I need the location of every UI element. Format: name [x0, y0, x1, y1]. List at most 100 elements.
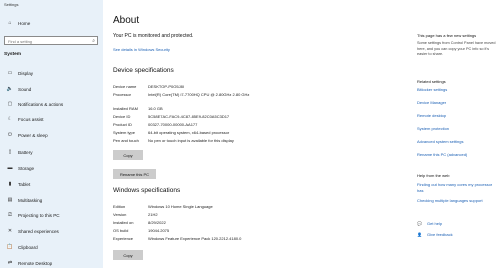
spec-row: Version 21H2 [113, 212, 270, 218]
spec-key: Product ID [113, 122, 132, 127]
spec-row: Device name DESKTOP-P0O5J8I [113, 84, 270, 90]
spec-value: 5C58E7AC-FAC9-4C87-85E9-82C0A5C3D17 [148, 114, 230, 119]
sidebar-item-tablet[interactable]: ▮ Tablet [0, 178, 103, 190]
spec-row: Product ID 00327-70000-00000-AA177 [113, 122, 270, 128]
sidebar-item-label: Shared experiences [18, 228, 59, 234]
sidebar-item-storage[interactable]: ▬ Storage [0, 162, 103, 174]
tablet-icon: ▮ [8, 181, 12, 187]
sidebar: Settings ⌂ Home Find a setting ⌕ System … [0, 0, 103, 268]
sound-icon: 🔈 [6, 86, 14, 92]
spec-key: Installed on [113, 220, 134, 225]
sidebar-item-multitasking[interactable]: ▤ Multitasking [0, 194, 103, 206]
spec-value: 16.0 GB [148, 106, 163, 111]
spec-key: Device ID [113, 114, 131, 119]
shared-icon: ✕ [7, 228, 13, 234]
spec-value: Intel(R) Core(TM) i7-7700HQ CPU @ 2.80GH… [148, 92, 250, 97]
get-help-link[interactable]: 💬 Get help [417, 221, 442, 226]
spec-value: 19044.2075 [148, 228, 170, 233]
spec-row: Experience Windows Feature Experience Pa… [113, 236, 270, 242]
search-input[interactable]: Find a setting ⌕ [4, 36, 98, 45]
copy-device-specs-button[interactable]: Copy [113, 150, 143, 160]
spec-key: Processor [113, 92, 132, 97]
sidebar-item-display[interactable]: ▭ Display [0, 67, 103, 79]
sidebar-item-label: Storage [18, 165, 35, 171]
focus-assist-icon: ☾ [7, 116, 13, 122]
spec-row: OS build 19044.2075 [113, 228, 270, 234]
power-icon: ⏻ [8, 132, 12, 138]
sidebar-item-home[interactable]: ⌂ Home [0, 17, 103, 29]
device-manager-link[interactable]: Device Manager [417, 100, 497, 106]
sidebar-item-label: Sound [18, 86, 32, 92]
spec-key: Device name [113, 84, 137, 89]
device-specs-title: Device specifications [113, 67, 174, 74]
spec-row: Edition Windows 10 Home Single Language [113, 204, 270, 210]
sidebar-item-label: Projecting to this PC [18, 212, 60, 218]
new-settings-text: Some settings from Control Panel have mo… [417, 41, 496, 56]
languages-help-link[interactable]: Checking multiple languages support [417, 198, 497, 204]
spec-key: System type [113, 130, 136, 135]
spec-value: 8/29/2022 [148, 220, 166, 225]
sidebar-item-label: Battery [18, 149, 33, 155]
window-title: Settings [4, 2, 19, 7]
home-icon: ⌂ [8, 20, 12, 26]
remote-desktop-link[interactable]: Remote desktop [417, 113, 497, 119]
sidebar-item-label: Display [18, 70, 34, 76]
help-icon: 💬 [417, 221, 422, 226]
sidebar-item-remote-desktop[interactable]: ⇄ Remote Desktop [0, 257, 103, 269]
spec-key: Version [113, 212, 127, 217]
give-feedback-label: Give feedback [427, 232, 453, 237]
rename-pc-advanced-link[interactable]: Rename this PC (advanced) [417, 152, 497, 158]
sidebar-item-label: Clipboard [18, 244, 38, 250]
search-icon: ⌕ [92, 37, 95, 44]
sidebar-item-label: Tablet [18, 181, 31, 187]
spec-row: Pen and touch No pen or touch input is a… [113, 138, 270, 144]
battery-icon: ▯ [8, 149, 12, 155]
page-title: About [113, 15, 140, 26]
multitasking-icon: ▤ [7, 197, 13, 203]
new-settings-heading: This page has a few new settings [417, 33, 477, 38]
remote-desktop-icon: ⇄ [7, 260, 13, 266]
sidebar-item-shared-experiences[interactable]: ✕ Shared experiences [0, 225, 103, 237]
spec-value: 00327-70000-00000-AA177 [148, 122, 198, 127]
system-protection-link[interactable]: System protection [417, 126, 497, 132]
spec-value: DESKTOP-P0O5J8I [148, 84, 184, 89]
search-placeholder: Find a setting [8, 38, 33, 44]
spec-key: Experience [113, 236, 134, 241]
clipboard-icon: 📋 [6, 244, 14, 250]
sidebar-item-sound[interactable]: 🔈 Sound [0, 83, 103, 95]
see-details-link[interactable]: See details in Windows Security [113, 47, 170, 52]
spec-value: 64-bit operating system, x64-based proce… [148, 130, 230, 135]
cores-help-link[interactable]: Finding out how many cores my processor … [417, 182, 497, 193]
sidebar-item-focus-assist[interactable]: ☾ Focus assist [0, 113, 103, 125]
sidebar-item-label: Home [18, 20, 31, 26]
sidebar-item-clipboard[interactable]: 📋 Clipboard [0, 241, 103, 253]
spec-row: Installed RAM 16.0 GB [113, 106, 270, 112]
sidebar-item-label: Multitasking [18, 197, 43, 203]
spec-row: Processor Intel(R) Core(TM) i7-7700HQ CP… [113, 92, 270, 98]
protection-status: Your PC is monitored and protected. [113, 33, 194, 39]
copy-windows-specs-button[interactable]: Copy [113, 250, 143, 260]
get-help-label: Get help [427, 221, 443, 226]
storage-icon: ▬ [7, 165, 13, 171]
spec-row: Device ID 5C58E7AC-FAC9-4C87-85E9-82C0A5… [113, 114, 270, 120]
sidebar-item-label: Notifications & actions [18, 101, 64, 107]
spec-key: Edition [113, 204, 126, 209]
advanced-system-settings-link[interactable]: Advanced system settings [417, 139, 497, 145]
feedback-icon: 👤 [417, 232, 422, 237]
spec-value: No pen or touch input is available for t… [148, 138, 234, 143]
display-icon: ▭ [7, 70, 13, 76]
sidebar-item-notifications[interactable]: ▢ Notifications & actions [0, 98, 103, 110]
spec-value: 21H2 [148, 212, 158, 217]
sidebar-item-battery[interactable]: ▯ Battery [0, 146, 103, 158]
give-feedback-link[interactable]: 👤 Give feedback [417, 232, 453, 237]
spec-value: Windows Feature Experience Pack 120.2212… [148, 236, 242, 241]
projecting-icon: ⎚ [7, 212, 12, 218]
bitlocker-settings-link[interactable]: Bitlocker settings [417, 87, 497, 93]
spec-row: System type 64-bit operating system, x64… [113, 130, 270, 136]
sidebar-item-projecting[interactable]: ⎚ Projecting to this PC [0, 209, 103, 221]
help-heading: Help from the web [417, 173, 450, 178]
spec-value: Windows 10 Home Single Language [148, 204, 213, 209]
rename-pc-button[interactable]: Rename this PC [113, 169, 156, 179]
related-settings-heading: Related settings [417, 79, 446, 84]
sidebar-item-power[interactable]: ⏻ Power & sleep [0, 129, 103, 141]
